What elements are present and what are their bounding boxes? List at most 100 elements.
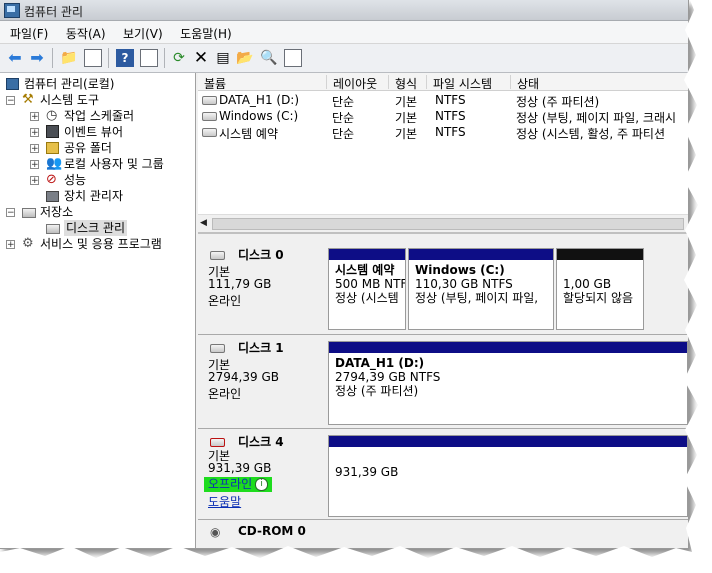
volume-list: 볼륨 레이아웃 형식 파일 시스템 상태 DATA_H1 (D:) 단순 기본 … — [198, 73, 688, 230]
cell-volume: Windows (C:) — [219, 109, 299, 123]
tree-label: 컴퓨터 관리(로컬) — [24, 77, 115, 91]
delete-icon[interactable]: ✕ — [192, 49, 210, 67]
properties2-icon[interactable]: ▤ — [214, 49, 232, 67]
partition-status: 정상 (시스템 — [335, 291, 399, 305]
back-icon[interactable]: ⬅ — [6, 49, 24, 67]
toolbar-separator — [52, 48, 53, 68]
help-icon[interactable]: ? — [116, 49, 134, 67]
disk-size: 2794,39 GB — [208, 370, 279, 384]
disk-management-icon — [46, 224, 60, 234]
disk-size: 111,79 GB — [208, 277, 272, 291]
volume-row[interactable]: 시스템 예약 단순 기본 NTFS 정상 (시스템, 활성, 주 파티션 — [198, 124, 688, 141]
tree-label: 이벤트 뷰어 — [64, 125, 124, 139]
toolbar: ⬅ ➡ 📁 ? ⟳ ✕ ▤ 📂 🔍 — [0, 44, 688, 73]
tree-label: 저장소 — [40, 205, 74, 219]
cdrom-0-info[interactable]: ◉ CD-ROM 0 — [200, 524, 326, 548]
expand-icon[interactable]: + — [30, 128, 39, 138]
expand-icon[interactable]: + — [30, 176, 39, 186]
disk-size: 931,39 GB — [208, 461, 272, 475]
disk-name: CD-ROM 0 — [238, 524, 306, 538]
cell-layout: 단순 — [332, 127, 355, 141]
collapse-icon[interactable]: − — [6, 96, 15, 106]
column-layout[interactable]: 레이아웃 — [326, 75, 377, 91]
cell-status: 정상 (시스템, 활성, 주 파티션 — [516, 127, 666, 141]
disk-divider — [198, 334, 688, 335]
title-bar: 컴퓨터 관리 — [0, 0, 688, 21]
tree-label: 작업 스케줄러 — [64, 109, 135, 123]
refresh-icon[interactable]: ⟳ — [170, 49, 188, 67]
device-manager-icon — [46, 191, 59, 202]
column-volume[interactable]: 볼륨 — [198, 75, 226, 91]
toolbar-separator — [164, 48, 165, 68]
disk-state: 온라인 — [208, 294, 242, 308]
disk-state: 오프라인 — [208, 477, 253, 491]
scroll-left-icon[interactable]: ◀ — [200, 217, 210, 229]
column-filesystem[interactable]: 파일 시스템 — [426, 75, 492, 91]
services-icon: ⚙ — [22, 236, 34, 251]
partition-windows-c[interactable]: Windows (C:) 110,30 GB NTFS 정상 (부팅, 페이지 … — [408, 248, 554, 330]
tree-label: 서비스 및 응용 프로그램 — [40, 237, 162, 251]
info-icon[interactable]: i — [255, 478, 269, 491]
disk-1-info[interactable]: 디스크 1 기본 2794,39 GB 온라인 — [200, 339, 326, 429]
disk-name: 디스크 1 — [238, 341, 284, 355]
up-folder-icon[interactable]: 📁 — [60, 49, 78, 67]
expand-icon[interactable]: + — [30, 160, 39, 170]
open-icon[interactable]: 📂 — [236, 49, 254, 67]
properties-icon[interactable] — [140, 49, 158, 67]
disk-4-info[interactable]: 디스크 4 기본 931,39 GB 오프라인 i 도움말 — [200, 433, 326, 523]
scrollbar-thumb[interactable] — [212, 218, 684, 230]
navigation-tree: 컴퓨터 관리(로컬) − ⚒ 시스템 도구 + ◷ 작업 스케줄러 + 이벤트 … — [0, 73, 196, 548]
volume-list-header: 볼륨 레이아웃 형식 파일 시스템 상태 — [198, 73, 688, 91]
cell-filesystem: NTFS — [435, 125, 466, 139]
tree-label: 로컬 사용자 및 그룹 — [64, 157, 164, 171]
tools-icon: ⚒ — [22, 92, 34, 107]
menu-file[interactable]: 파일(F) — [0, 21, 55, 42]
drive-icon — [202, 125, 217, 139]
disk-name: 디스크 0 — [238, 248, 284, 262]
expand-icon[interactable]: + — [30, 144, 39, 154]
menu-help[interactable]: 도움말(H) — [173, 21, 239, 42]
disk-0-info[interactable]: 디스크 0 기본 111,79 GB 온라인 — [200, 246, 326, 336]
partition-cap — [329, 436, 687, 447]
partition-size: 110,30 GB NTFS — [415, 277, 513, 291]
partition-data-h1-d[interactable]: DATA_H1 (D:) 2794,39 GB NTFS 정상 (주 파티션) — [328, 341, 688, 425]
forward-icon[interactable]: ➡ — [28, 49, 46, 67]
tree-label: 장치 관리자 — [64, 189, 124, 203]
cell-volume: DATA_H1 (D:) — [219, 93, 300, 107]
clock-icon: ◷ — [46, 108, 58, 123]
volume-row[interactable]: Windows (C:) 단순 기본 NTFS 정상 (부팅, 페이지 파일, … — [198, 108, 688, 125]
column-status[interactable]: 상태 — [510, 75, 539, 91]
storage-icon — [22, 208, 36, 218]
cell-type: 기본 — [395, 127, 418, 141]
horizontal-scrollbar[interactable]: ◀ — [198, 214, 688, 231]
collapse-icon[interactable]: − — [6, 208, 15, 218]
partition-disk-4[interactable]: 931,39 GB — [328, 435, 688, 517]
partition-unallocated[interactable]: 1,00 GB 할당되지 않음 — [556, 248, 644, 330]
expand-icon[interactable]: + — [6, 240, 15, 250]
cell-filesystem: NTFS — [435, 109, 466, 123]
show-hide-tree-icon[interactable] — [84, 49, 102, 67]
drive-icon — [202, 93, 217, 107]
partition-cap — [329, 249, 405, 260]
offline-status[interactable]: 오프라인 i — [204, 477, 273, 492]
menu-action[interactable]: 동작(A) — [59, 21, 113, 42]
computer-icon — [6, 78, 19, 90]
menu-view[interactable]: 보기(V) — [116, 21, 170, 42]
tree-label: 성능 — [64, 173, 87, 187]
tree-label: 공유 폴더 — [64, 141, 112, 155]
performance-icon: ⊘ — [46, 172, 57, 187]
cell-volume: 시스템 예약 — [219, 127, 279, 141]
help-link[interactable]: 도움말 — [208, 493, 241, 510]
partition-cap — [557, 249, 643, 260]
menu-bar: 파일(F) 동작(A) 보기(V) 도움말(H) — [0, 21, 688, 44]
export-icon[interactable] — [284, 49, 302, 67]
tree-label: 시스템 도구 — [40, 93, 100, 107]
disk-icon — [210, 341, 225, 355]
partition-system-reserved[interactable]: 시스템 예약 500 MB NTFS 정상 (시스템 — [328, 248, 406, 330]
cdrom-icon: ◉ — [210, 525, 221, 539]
expand-icon[interactable]: + — [30, 112, 39, 122]
disk-icon — [210, 248, 225, 262]
search-icon[interactable]: 🔍 — [260, 49, 278, 67]
column-type[interactable]: 형식 — [388, 75, 417, 91]
volume-row[interactable]: DATA_H1 (D:) 단순 기본 NTFS 정상 (주 파티션) — [198, 92, 688, 109]
